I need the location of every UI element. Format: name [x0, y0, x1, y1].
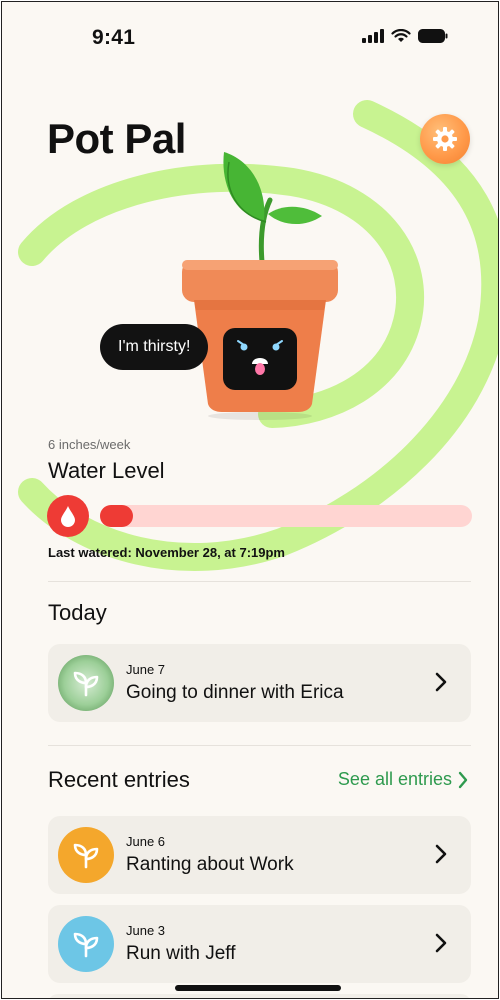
entry-date: June 6 [126, 834, 166, 849]
leaf-icon [73, 843, 99, 869]
gear-icon [433, 127, 457, 151]
speech-bubble: I'm thirsty! [100, 324, 209, 370]
cellular-signal-icon [362, 29, 384, 43]
recent-entry-card[interactable] [48, 994, 471, 998]
recent-entries-heading: Recent entries [48, 767, 190, 792]
entry-avatar [58, 655, 114, 711]
recent-entry-card[interactable]: June 3 Run with Jeff [48, 905, 471, 983]
water-level-fill [100, 505, 134, 527]
wifi-icon [391, 29, 411, 42]
divider [48, 581, 471, 582]
phone-screen: 9:41 Pot Pal I'm thirsty! 6 inches/week … [1, 1, 499, 999]
see-all-entries-link[interactable]: See all entries [338, 769, 468, 790]
last-watered-text: Last watered: November 28, at 7:19pm [48, 545, 285, 560]
leaf-icon [73, 671, 99, 697]
water-drop-icon [61, 506, 75, 527]
home-indicator [175, 985, 341, 991]
leaf-icon [73, 932, 99, 958]
entry-title: Run with Jeff [126, 943, 236, 964]
water-level-bar [100, 505, 472, 527]
recent-entry-card[interactable]: June 6 Ranting about Work [48, 816, 471, 894]
status-icons [362, 29, 448, 43]
water-drop-badge [47, 495, 89, 537]
entry-date: June 7 [126, 662, 166, 677]
today-heading: Today [48, 600, 107, 625]
see-all-entries-label: See all entries [337, 769, 452, 789]
status-time: 9:41 [92, 26, 136, 49]
settings-button[interactable] [420, 114, 470, 164]
battery-icon [418, 29, 448, 43]
chevron-right-icon [435, 844, 447, 864]
chevron-right-icon [435, 933, 447, 953]
water-level-title: Water Level [48, 458, 165, 483]
chevron-right-icon [458, 771, 468, 788]
entry-title: Going to dinner with Erica [126, 682, 344, 703]
water-rate: 6 inches/week [48, 437, 131, 452]
entry-title: Ranting about Work [126, 854, 294, 875]
entry-avatar [58, 827, 114, 883]
chevron-right-icon [435, 672, 447, 692]
entry-avatar [58, 916, 114, 972]
today-entry-card[interactable]: June 7 Going to dinner with Erica [48, 644, 471, 722]
plant-pot-illustration [182, 152, 338, 420]
status-bar: 9:41 [2, 2, 498, 72]
app-title: Pot Pal [47, 115, 186, 162]
entry-date: June 3 [126, 923, 166, 938]
divider [48, 745, 471, 746]
